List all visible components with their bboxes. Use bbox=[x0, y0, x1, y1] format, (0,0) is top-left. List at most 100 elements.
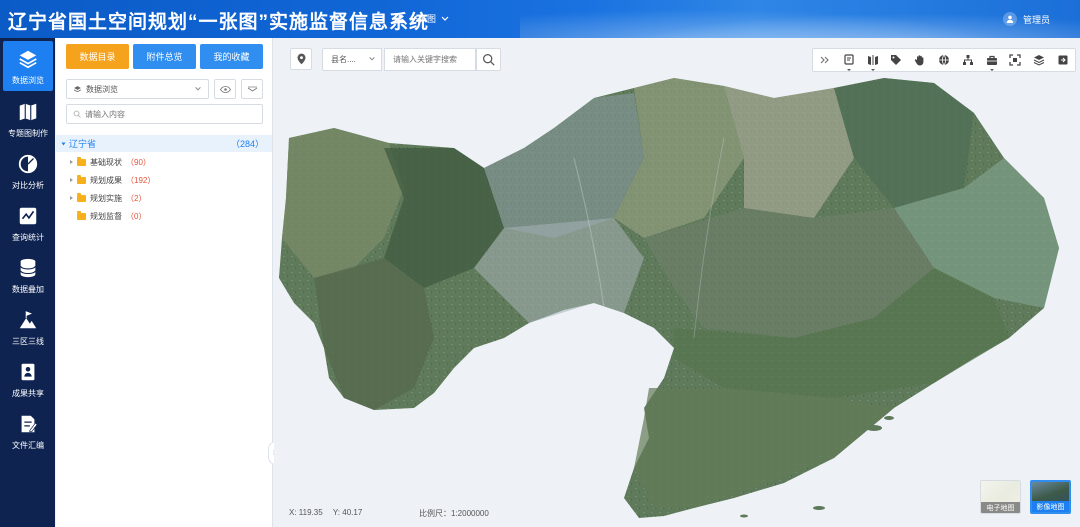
globe-icon bbox=[938, 54, 949, 66]
chevron-down-icon bbox=[369, 57, 375, 61]
tree-item-plan-supervise[interactable]: 规划监督 （0） bbox=[70, 209, 146, 223]
toolbar-network-button[interactable] bbox=[956, 49, 980, 71]
avatar bbox=[1002, 12, 1017, 26]
caret-right-icon[interactable] bbox=[70, 160, 73, 164]
tree-item-plan-results[interactable]: 规划成果 （192） bbox=[70, 173, 155, 187]
toolbar-expand-button[interactable] bbox=[813, 49, 837, 71]
nav-label: 成果共享 bbox=[12, 389, 44, 398]
pan-hand-icon bbox=[915, 55, 924, 66]
search-icon bbox=[73, 110, 81, 118]
caret-right-icon[interactable] bbox=[70, 196, 73, 200]
tab-favorites[interactable]: 我的收藏 bbox=[200, 44, 263, 69]
nav-label: 三区三线 bbox=[12, 337, 44, 346]
nav-label: 数据浏览 bbox=[12, 76, 44, 85]
measure-icon bbox=[844, 54, 854, 65]
caret-right-icon[interactable] bbox=[70, 178, 73, 182]
county-select-value: 县名.... bbox=[331, 55, 356, 64]
layer-stack-icon bbox=[1033, 55, 1045, 66]
toolbar-split-button[interactable] bbox=[861, 49, 885, 71]
nav-label: 专题图制作 bbox=[8, 129, 48, 138]
toolbar-measure-button[interactable] bbox=[837, 49, 861, 71]
chart-line-icon bbox=[19, 207, 37, 225]
chevron-down-icon bbox=[195, 87, 201, 91]
tree-root-count: （284） bbox=[230, 139, 264, 149]
catalog-search-input[interactable] bbox=[85, 109, 255, 119]
toolbar-globe-button[interactable] bbox=[932, 49, 956, 71]
tree-item-basic-status[interactable]: 基础现状 （90） bbox=[70, 155, 151, 169]
tree-item-count: （0） bbox=[126, 211, 147, 221]
search-icon bbox=[483, 54, 495, 66]
split-screen-icon bbox=[867, 55, 878, 65]
nav-item-file-compile[interactable]: 文件汇编 bbox=[3, 406, 53, 456]
id-card-icon bbox=[21, 363, 35, 381]
tree-item-label: 规划成果 bbox=[90, 175, 122, 185]
layers-icon bbox=[19, 50, 37, 69]
keyword-search-input[interactable] bbox=[393, 55, 477, 64]
folder-icon bbox=[77, 210, 86, 220]
toolbar-tag-button[interactable] bbox=[884, 49, 908, 71]
tree-item-plan-implement[interactable]: 规划实施 （2） bbox=[70, 191, 146, 205]
tree-item-count: （192） bbox=[126, 175, 156, 185]
select-value: 数据浏览 bbox=[86, 84, 118, 94]
app-header: 辽宁省国土空间规划“一张图”实施监督信息系统 一张图 管理员 bbox=[0, 0, 1080, 38]
user-icon bbox=[396, 14, 405, 23]
nav-item-data-overlay[interactable]: 数据叠加 bbox=[3, 250, 53, 300]
satellite-imagery bbox=[279, 78, 1059, 518]
export-icon bbox=[1058, 55, 1068, 65]
catalog-search[interactable] bbox=[66, 104, 263, 124]
nav-item-results-share[interactable]: 成果共享 bbox=[3, 354, 53, 404]
folder-icon bbox=[77, 156, 86, 166]
toolbar-fullscreen-button[interactable] bbox=[1004, 49, 1028, 71]
document-edit-icon bbox=[21, 415, 38, 433]
basemap-satellite-option[interactable]: 影像地图 bbox=[1030, 480, 1071, 514]
user-menu[interactable]: 管理员 bbox=[1002, 12, 1050, 26]
toolbar-pan-button[interactable] bbox=[908, 49, 932, 71]
nav-label: 文件汇编 bbox=[12, 441, 44, 450]
tree-root-liaoning[interactable]: 辽宁省 （284） bbox=[56, 135, 272, 152]
app-title: 辽宁省国土空间规划“一张图”实施监督信息系统 bbox=[8, 12, 430, 33]
fold-icon bbox=[247, 86, 257, 92]
map-toolbar bbox=[812, 48, 1076, 72]
data-catalog-panel: 数据目录 附件总览 我的收藏 数据浏览 辽宁省 （284） 基础现状 （90） … bbox=[56, 38, 273, 527]
map-view[interactable]: 县名.... 请输入关键字搜索 X: 119.35 Y: 40.17 比例尺：1… bbox=[274, 38, 1080, 527]
locate-button[interactable] bbox=[290, 48, 312, 70]
nav-item-compare[interactable]: 对比分析 bbox=[3, 146, 53, 196]
tree-item-count: （2） bbox=[126, 193, 147, 203]
map-menu-dropdown[interactable]: 一张图 bbox=[396, 12, 450, 25]
visibility-toggle-button[interactable] bbox=[214, 79, 236, 99]
tree-item-label: 规划监督 bbox=[90, 211, 122, 221]
nav-item-query-stats[interactable]: 查询统计 bbox=[3, 198, 53, 248]
map-book-icon bbox=[19, 103, 37, 121]
toolbar-layers-button[interactable] bbox=[1027, 49, 1051, 71]
tree-item-label: 基础现状 bbox=[90, 157, 122, 167]
mountain-flag-icon bbox=[19, 311, 37, 329]
catalog-type-select[interactable]: 数据浏览 bbox=[66, 79, 209, 99]
tag-icon bbox=[891, 55, 902, 65]
nav-label: 数据叠加 bbox=[12, 285, 44, 294]
keyword-search-field[interactable] bbox=[384, 48, 477, 71]
caret-expanded-icon bbox=[61, 142, 66, 145]
nav-item-data-browse[interactable]: 数据浏览 bbox=[3, 41, 53, 91]
tab-data-catalog[interactable]: 数据目录 bbox=[66, 44, 129, 69]
fullscreen-icon bbox=[1009, 54, 1022, 66]
nav-item-three-zones[interactable]: 三区三线 bbox=[3, 302, 53, 352]
scale-readout: 比例尺：1:2000000 bbox=[419, 508, 489, 519]
nav-item-thematic-map[interactable]: 专题图制作 bbox=[3, 94, 53, 144]
database-icon bbox=[20, 258, 36, 278]
tree-item-label: 规划实施 bbox=[90, 193, 122, 203]
basemap-vector-option[interactable]: 电子地图 bbox=[980, 480, 1021, 514]
tab-attachments[interactable]: 附件总览 bbox=[133, 44, 196, 69]
toolbox-icon bbox=[986, 55, 997, 65]
county-select[interactable]: 县名.... bbox=[322, 48, 382, 71]
toolbar-toolbox-button[interactable] bbox=[980, 49, 1004, 71]
network-tree-icon bbox=[962, 55, 973, 65]
map-search-button[interactable] bbox=[476, 48, 501, 71]
coord-x-label: X: bbox=[289, 508, 297, 517]
folder-icon bbox=[77, 174, 86, 184]
eye-icon bbox=[219, 85, 231, 93]
coord-y-value: 40.17 bbox=[342, 508, 363, 517]
collapse-tree-button[interactable] bbox=[241, 79, 263, 99]
layers-icon bbox=[73, 85, 82, 92]
nav-label: 对比分析 bbox=[12, 181, 44, 190]
toolbar-export-button[interactable] bbox=[1051, 49, 1075, 71]
